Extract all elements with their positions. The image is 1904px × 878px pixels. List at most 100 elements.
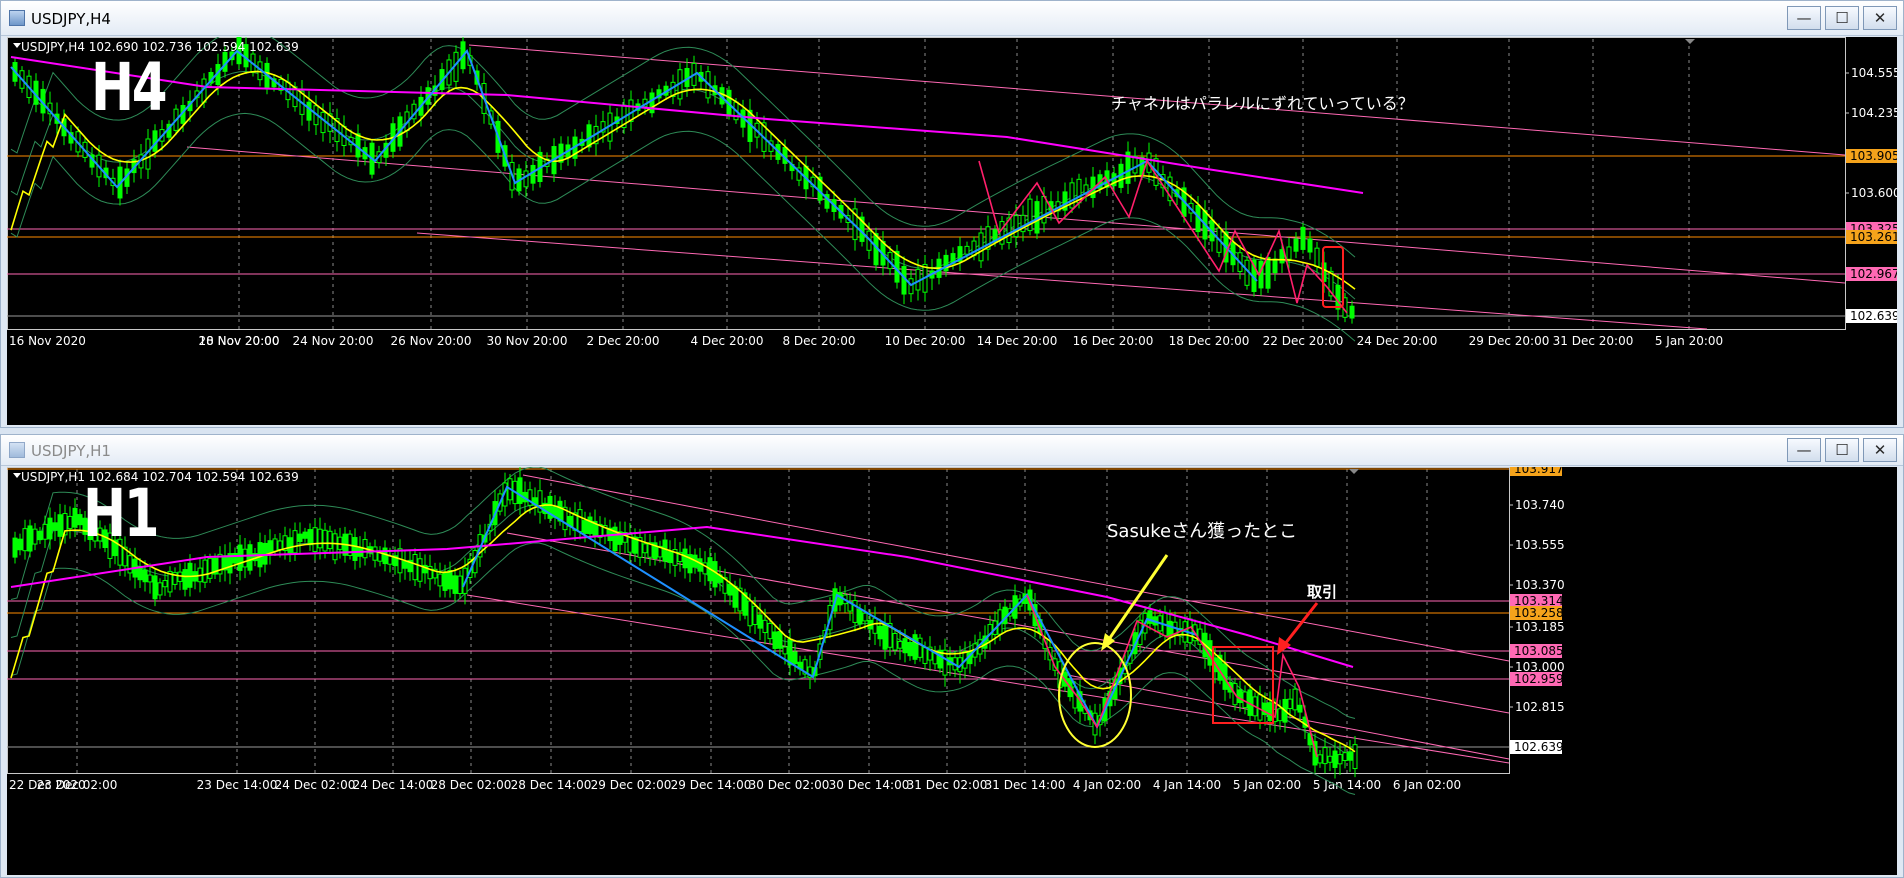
candle-body [1314,247,1320,268]
candle-body [1332,750,1338,768]
candle-body [882,622,888,650]
candle-body [912,634,918,660]
maximize-button[interactable]: ☐ [1825,438,1859,462]
title-bar-h4[interactable]: USDJPY,H4 — ☐ ✕ [1,1,1903,36]
candle-body [147,574,153,583]
price-tag-label: 103.258 [1514,606,1564,620]
candle-body [697,558,703,572]
time-axis-label: 18 Dec 20:00 [1169,334,1250,348]
bollinger-upper [10,37,1356,258]
candle-body [523,170,529,188]
candle-body [747,600,753,627]
time-axis-label: 30 Dec 14:00 [829,778,910,792]
candle-body [162,580,168,588]
time-axis-label: 4 Jan 14:00 [1153,778,1221,792]
time-axis-label: 4 Dec 20:00 [690,334,763,348]
candle-body [1187,618,1193,644]
candle-body [732,585,738,608]
candle-body [32,528,38,545]
candle-body [22,528,28,552]
price-tag-label: 103.085 [1514,644,1564,658]
price-tag-label: 102.967 [1850,267,1897,281]
candle-body [877,625,883,640]
candle-body [1327,755,1333,763]
minimize-button[interactable]: — [1787,438,1821,462]
price-axis-label: 104.235 [1851,106,1897,120]
candle-body [642,543,648,554]
window-title: USDJPY,H4 [31,10,111,28]
time-axis-label: 16 Dec 20:00 [1073,334,1154,348]
candle-body [897,640,903,649]
time-axis-label: 16 Nov 2020 [9,334,86,348]
bollinger-middle [10,504,1356,757]
time-axis-label: 29 Dec 20:00 [1469,334,1550,348]
candle-body [452,575,458,594]
shift-marker-icon [1685,39,1695,44]
candle-body [872,617,878,634]
candle-body [530,164,536,184]
time-axis-label: 6 Jan 02:00 [1393,778,1461,792]
time-axis-label: 5 Jan 14:00 [1313,778,1381,792]
candle-body [757,614,763,629]
candle-body [272,538,278,552]
candle-body [1287,698,1293,709]
candle-body [232,552,238,564]
candle-body [517,477,523,504]
time-axis-label: 10 Dec 20:00 [885,334,966,348]
minimize-button[interactable]: — [1787,6,1821,30]
candle-body [57,514,63,537]
close-button[interactable]: ✕ [1863,6,1897,30]
close-button[interactable]: ✕ [1863,438,1897,462]
candle-body [792,651,798,665]
candle-body [1272,258,1278,274]
candle-body [586,124,592,148]
candle-body [317,528,323,549]
candle-body [752,605,758,626]
chart-window-h4[interactable]: USDJPY,H4 — ☐ ✕ 16 Nov 2020 18 Nov 20:00 2… [0,0,1904,428]
chart-canvas-h1[interactable]: 22 Dec 2020 23 Dec 02:00 23 Dec 14:00 24 De… [7,467,1897,875]
candle-body [402,560,408,569]
candle-body [682,548,688,569]
time-axis-label: 24 Dec 14:00 [353,778,434,792]
candle-body [1342,752,1348,762]
candle-body [352,537,358,561]
bollinger-lower [10,542,1356,795]
candle-body [72,507,78,528]
price-axis-label: 103.185 [1515,620,1565,634]
time-axis-label: 22 Dec 20:00 [1263,334,1344,348]
candle-body [327,530,333,550]
window-title: USDJPY,H1 [31,442,111,460]
candle-body [1317,754,1323,764]
candle-body [577,509,583,533]
candle-body [667,551,673,563]
time-axis-label: 4 Jan 02:00 [1073,778,1141,792]
title-bar-h1[interactable]: USDJPY,H1 — ☐ ✕ [1,435,1903,466]
candle-body [1307,238,1313,253]
candle-body [77,514,83,526]
time-axis-label: 28 Dec 02:00 [431,778,512,792]
candle-body [332,533,338,561]
candle-body [727,583,733,596]
price-axis-label: 103.600 [1851,186,1897,200]
candle-body [662,539,668,562]
candle-body [762,619,768,634]
time-axis-label: 26 Nov 20:00 [391,334,472,348]
candle-body [322,529,328,552]
dropdown-arrow-icon [13,473,21,478]
time-axis-label: 29 Dec 14:00 [671,778,752,792]
chart-canvas-h4[interactable]: 16 Nov 2020 18 Nov 20:00 20 Nov 20:00 24 No… [7,37,1897,425]
candle-body [1267,702,1273,722]
chart-window-h1[interactable]: USDJPY,H1 — ☐ ✕ 22 Dec 2020 23 Dec 02:00 2… [0,434,1904,878]
candle-body [782,646,788,655]
candle-body [127,555,133,574]
channel-line [522,474,1510,662]
candle-body [649,92,655,114]
candle-body [247,544,253,571]
time-axis-label: 24 Nov 20:00 [293,334,374,348]
candle-body [267,540,273,554]
annotation-text: チャネルはパラレルにずれていっている？ [1111,94,1414,113]
price-tag-label: 103.261 [1850,230,1897,244]
maximize-button[interactable]: ☐ [1825,6,1859,30]
time-axis-label: 31 Dec 02:00 [907,778,988,792]
candle-body [582,520,588,534]
